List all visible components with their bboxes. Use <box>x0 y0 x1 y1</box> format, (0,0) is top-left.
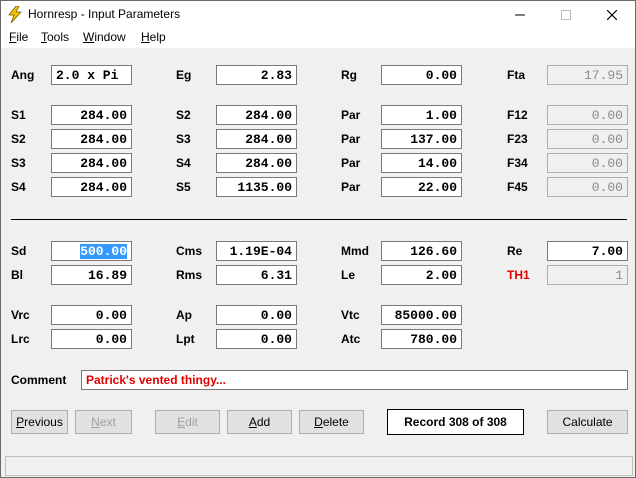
calculate-button[interactable]: Calculate <box>547 410 628 434</box>
field-fta: 17.95 <box>547 65 628 85</box>
label-par3: Par <box>341 156 361 170</box>
label-vrc: Vrc <box>11 308 30 322</box>
lightning-bolt-icon <box>8 6 22 23</box>
close-icon <box>607 9 617 20</box>
label-f12: F12 <box>507 108 528 122</box>
field-lpt[interactable]: 0.00 <box>216 329 297 349</box>
label-ang: Ang <box>11 68 35 82</box>
label-s5: S5 <box>176 180 191 194</box>
comment-field[interactable]: Patrick's vented thingy... <box>81 370 628 390</box>
label-s1: S1 <box>11 108 26 122</box>
field-lrc[interactable]: 0.00 <box>51 329 132 349</box>
label-fta: Fta <box>507 68 525 82</box>
field-s5[interactable]: 1135.00 <box>216 177 297 197</box>
label-re: Re <box>507 244 523 258</box>
field-s1[interactable]: 284.00 <box>51 105 132 125</box>
menu-tools[interactable]: Tools <box>41 30 69 44</box>
label-lrc: Lrc <box>11 332 30 346</box>
label-rms: Rms <box>176 268 203 282</box>
label-mmd: Mmd <box>341 244 369 258</box>
label-par4: Par <box>341 180 361 194</box>
field-f45: 0.00 <box>547 177 628 197</box>
close-button[interactable] <box>589 1 635 28</box>
field-re[interactable]: 7.00 <box>547 241 628 261</box>
field-f23: 0.00 <box>547 129 628 149</box>
field-th1: 1 <box>547 265 628 285</box>
status-bar <box>5 456 633 476</box>
field-par4[interactable]: 22.00 <box>381 177 462 197</box>
field-le[interactable]: 2.00 <box>381 265 462 285</box>
field-vrc[interactable]: 0.00 <box>51 305 132 325</box>
label-s3: S3 <box>176 132 191 146</box>
field-s4[interactable]: 284.00 <box>216 153 297 173</box>
app-window: Hornresp - Input Parameters File Tools W… <box>0 0 636 478</box>
label-sd: Sd <box>11 244 27 258</box>
field-par2[interactable]: 137.00 <box>381 129 462 149</box>
maximize-button[interactable] <box>543 1 589 28</box>
edit-button[interactable]: Edit <box>155 410 220 434</box>
title-bar[interactable]: Hornresp - Input Parameters <box>1 1 635 28</box>
section-divider <box>11 219 627 220</box>
field-par1[interactable]: 1.00 <box>381 105 462 125</box>
label-f34: F34 <box>507 156 528 170</box>
field-bl[interactable]: 16.89 <box>51 265 132 285</box>
label-lpt: Lpt <box>176 332 195 346</box>
field-rms[interactable]: 6.31 <box>216 265 297 285</box>
add-button[interactable]: Add <box>227 410 292 434</box>
field-par3[interactable]: 14.00 <box>381 153 462 173</box>
label-s3-left: S3 <box>11 156 26 170</box>
minimize-button[interactable] <box>497 1 543 28</box>
label-atc: Atc <box>341 332 361 346</box>
menu-help[interactable]: Help <box>141 30 166 44</box>
label-par2: Par <box>341 132 361 146</box>
menu-file[interactable]: File <box>9 30 28 44</box>
field-s4-left[interactable]: 284.00 <box>51 177 132 197</box>
menu-window[interactable]: Window <box>83 30 126 44</box>
record-indicator: Record 308 of 308 <box>387 409 524 435</box>
label-bl: Bl <box>11 268 23 282</box>
field-mmd[interactable]: 126.60 <box>381 241 462 261</box>
field-s3-left[interactable]: 284.00 <box>51 153 132 173</box>
label-s4: S4 <box>176 156 191 170</box>
field-cms[interactable]: 1.19E-04 <box>216 241 297 261</box>
label-par1: Par <box>341 108 361 122</box>
label-f23: F23 <box>507 132 528 146</box>
label-comment: Comment <box>11 373 67 387</box>
field-rg[interactable]: 0.00 <box>381 65 462 85</box>
menu-bar: File Tools Window Help <box>1 28 635 48</box>
field-vtc[interactable]: 85000.00 <box>381 305 462 325</box>
field-s2-left[interactable]: 284.00 <box>51 129 132 149</box>
label-le: Le <box>341 268 356 282</box>
field-f34: 0.00 <box>547 153 628 173</box>
field-sd[interactable]: 500.00 <box>51 241 132 261</box>
window-title: Hornresp - Input Parameters <box>28 7 181 21</box>
label-s2: S2 <box>176 108 191 122</box>
field-ap[interactable]: 0.00 <box>216 305 297 325</box>
minimize-icon <box>515 14 525 15</box>
field-eg[interactable]: 2.83 <box>216 65 297 85</box>
field-f12: 0.00 <box>547 105 628 125</box>
label-f45: F45 <box>507 180 528 194</box>
label-vtc: Vtc <box>341 308 360 322</box>
field-atc[interactable]: 780.00 <box>381 329 462 349</box>
next-button[interactable]: Next <box>75 410 132 434</box>
label-th1[interactable]: TH1 <box>507 268 530 282</box>
delete-button[interactable]: Delete <box>299 410 364 434</box>
maximize-icon <box>561 9 571 20</box>
label-ap: Ap <box>176 308 192 322</box>
label-rg: Rg <box>341 68 357 82</box>
previous-button[interactable]: Previous <box>11 410 68 434</box>
field-ang[interactable]: 2.0 x Pi <box>51 65 132 85</box>
field-s3[interactable]: 284.00 <box>216 129 297 149</box>
label-eg: Eg <box>176 68 192 82</box>
label-s4-left: S4 <box>11 180 26 194</box>
label-s2-left: S2 <box>11 132 26 146</box>
field-sd-selection: 500.00 <box>80 244 127 259</box>
label-cms: Cms <box>176 244 203 258</box>
field-s2[interactable]: 284.00 <box>216 105 297 125</box>
